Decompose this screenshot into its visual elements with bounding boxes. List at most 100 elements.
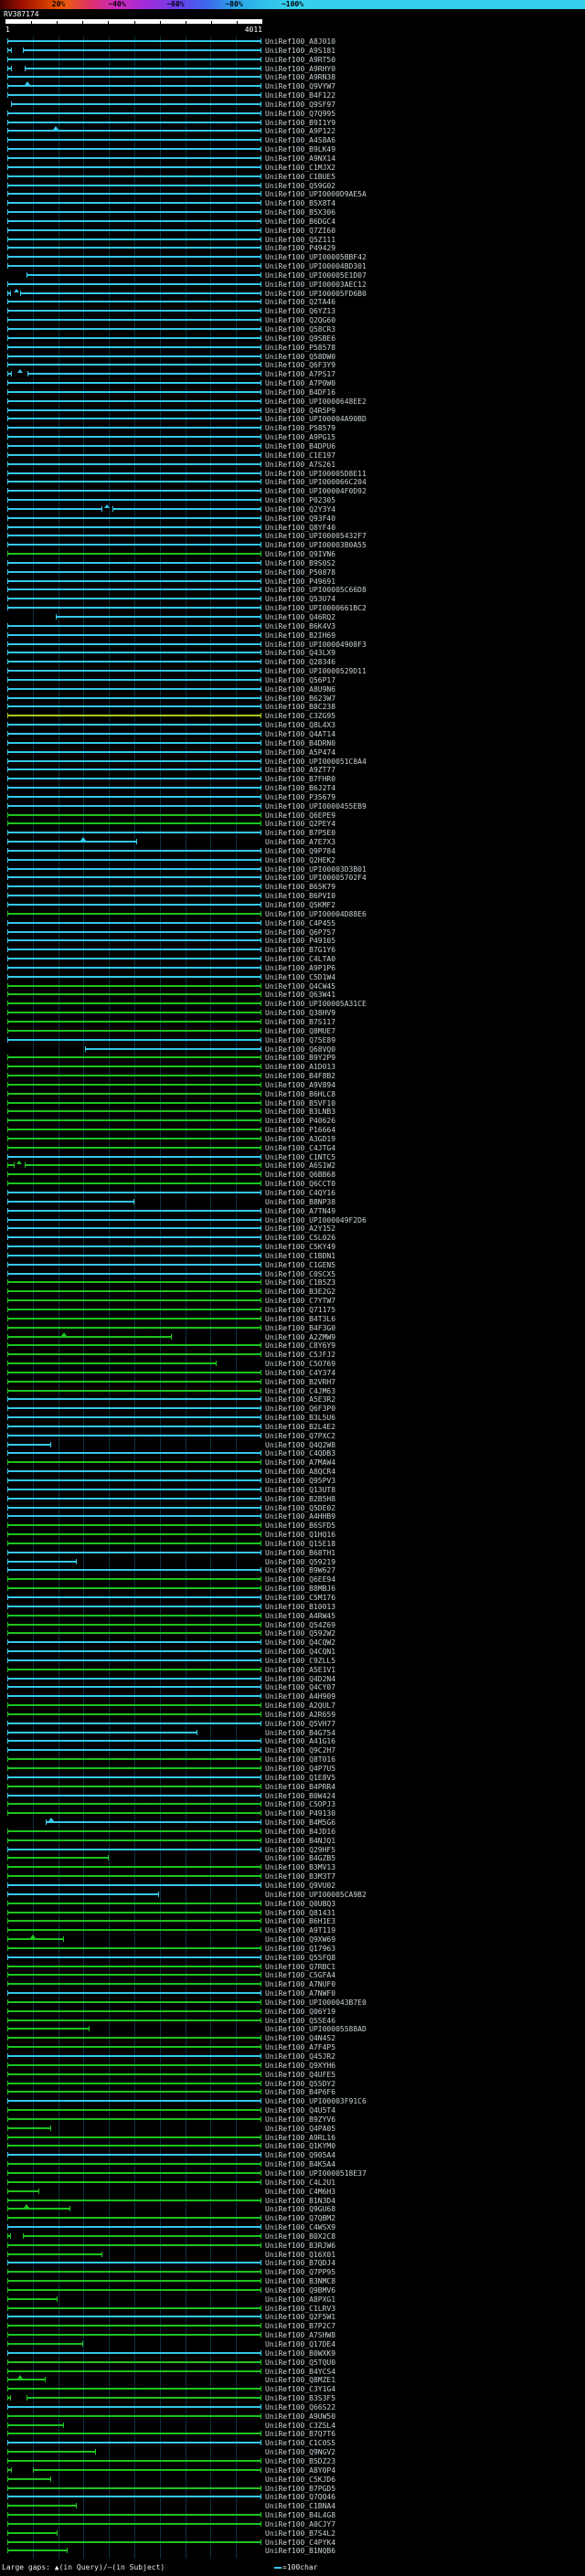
hit-row[interactable]: UniRef100_B9W627 xyxy=(0,1565,585,1574)
hit-row[interactable]: UniRef100_Q9NGV2 xyxy=(0,2447,585,2456)
hit-row[interactable]: UniRef100_Q1HQ16 xyxy=(0,1530,585,1539)
hit-row[interactable]: UniRef100_Q4AT14 xyxy=(0,729,585,738)
hit-row[interactable]: UniRef100_Q9SBE6 xyxy=(0,334,585,343)
hit-row[interactable]: UniRef100_UPI00005588AD xyxy=(0,2024,585,2033)
hit-row[interactable]: UniRef100_Q7Q995 xyxy=(0,109,585,118)
hit-row[interactable]: UniRef100_A8PXG1 xyxy=(0,2295,585,2304)
hit-row[interactable]: UniRef100_Q75E89 xyxy=(0,1035,585,1044)
hit-row[interactable]: UniRef100_B3E2G2 xyxy=(0,1287,585,1296)
hit-row[interactable]: UniRef100_Q95PV3 xyxy=(0,1476,585,1485)
hit-row[interactable]: UniRef100_Q55DY2 xyxy=(0,2079,585,2088)
hit-row[interactable]: UniRef100_A9PG15 xyxy=(0,432,585,441)
hit-row[interactable]: UniRef100_B9LK49 xyxy=(0,144,585,154)
hit-row[interactable]: UniRef100_B7P2C7 xyxy=(0,2321,585,2330)
hit-row[interactable]: UniRef100_A9UW50 xyxy=(0,2412,585,2421)
hit-row[interactable]: UniRef100_B4K5A4 xyxy=(0,2159,585,2168)
hit-row[interactable]: UniRef100_C1E197 xyxy=(0,451,585,460)
hit-row[interactable]: UniRef100_Q6EE94 xyxy=(0,1574,585,1584)
hit-row[interactable]: UniRef100_B65K79 xyxy=(0,882,585,891)
hit-row[interactable]: UniRef100_C8Y6Y9 xyxy=(0,1341,585,1350)
hit-row[interactable]: UniRef100_UPI00005432F7 xyxy=(0,531,585,540)
hit-row[interactable]: UniRef100_B7G1Y6 xyxy=(0,945,585,954)
hit-row[interactable]: UniRef100_C4P455 xyxy=(0,918,585,928)
hit-row[interactable]: UniRef100_C1LRV3 xyxy=(0,2304,585,2313)
hit-row[interactable]: UniRef100_Q81431 xyxy=(0,1908,585,1917)
hit-row[interactable]: UniRef100_B6J2T4 xyxy=(0,783,585,792)
hit-row[interactable]: UniRef100_B3L5U6 xyxy=(0,1413,585,1422)
hit-row[interactable]: UniRef100_B3M3T7 xyxy=(0,1871,585,1881)
hit-row[interactable]: UniRef100_P50878 xyxy=(0,567,585,577)
hit-row[interactable]: UniRef100_C3ZG95 xyxy=(0,711,585,720)
hit-row[interactable]: UniRef100_Q5DE02 xyxy=(0,1503,585,1512)
hit-row[interactable]: UniRef100_A8Y0P4 xyxy=(0,2465,585,2475)
hit-row[interactable]: UniRef100_Q7QQ46 xyxy=(0,2492,585,2501)
hit-row[interactable]: UniRef100_Q9IVN6 xyxy=(0,549,585,558)
hit-row[interactable]: UniRef100_C4M6H3 xyxy=(0,2187,585,2196)
hit-row[interactable]: UniRef100_UPI00005FD6B0 xyxy=(0,288,585,298)
hit-row[interactable]: UniRef100_B3NMC8 xyxy=(0,2276,585,2285)
hit-row[interactable]: UniRef100_UPI000049F2D6 xyxy=(0,1215,585,1224)
hit-row[interactable]: UniRef100_B4DPU6 xyxy=(0,441,585,451)
hit-row[interactable]: UniRef100_Q4Q2W8 xyxy=(0,1440,585,1449)
hit-row[interactable]: UniRef100_C5KY49 xyxy=(0,1242,585,1251)
hit-row[interactable]: UniRef100_Q54Z69 xyxy=(0,1620,585,1629)
hit-row[interactable]: UniRef100_Q29HF5 xyxy=(0,1845,585,1854)
hit-row[interactable]: UniRef100_Q4N4S2 xyxy=(0,2033,585,2042)
hit-row[interactable]: UniRef100_Q45JR2 xyxy=(0,2051,585,2061)
hit-row[interactable]: UniRef100_P49691 xyxy=(0,577,585,586)
hit-row[interactable]: UniRef100_A2QUL7 xyxy=(0,1701,585,1710)
hit-row[interactable]: UniRef100_B6PVI0 xyxy=(0,891,585,900)
hit-row[interactable]: UniRef100_B8C238 xyxy=(0,702,585,711)
hit-row[interactable]: UniRef100_A2R659 xyxy=(0,1710,585,1719)
hit-row[interactable]: UniRef100_Q43LX9 xyxy=(0,648,585,657)
hit-row[interactable]: UniRef100_Q2PEY4 xyxy=(0,819,585,828)
hit-row[interactable]: UniRef100_A7P0W0 xyxy=(0,378,585,387)
hit-row[interactable]: UniRef100_P49429 xyxy=(0,243,585,252)
hit-row[interactable]: UniRef100_C1BUE5 xyxy=(0,172,585,181)
hit-row[interactable]: UniRef100_P58579 xyxy=(0,423,585,432)
hit-row[interactable]: UniRef100_UPI00005C66D8 xyxy=(0,585,585,594)
hit-row[interactable]: UniRef100_C0SCX5 xyxy=(0,1269,585,1278)
hit-row[interactable]: UniRef100_Q4P7U5 xyxy=(0,1764,585,1773)
hit-row[interactable]: UniRef100_Q9SF97 xyxy=(0,100,585,109)
hit-row[interactable]: UniRef100_B0WXK9 xyxy=(0,2348,585,2358)
hit-row[interactable]: UniRef100_Q6BB68 xyxy=(0,1170,585,1179)
hit-row[interactable]: UniRef100_Q6P757 xyxy=(0,928,585,937)
hit-row[interactable]: UniRef100_A0CJY7 xyxy=(0,2519,585,2528)
hit-row[interactable]: UniRef100_B7Q7T6 xyxy=(0,2429,585,2438)
hit-row[interactable]: UniRef100_C4WSX9 xyxy=(0,2222,585,2231)
hit-row[interactable]: UniRef100_C4Y374 xyxy=(0,1368,585,1377)
hit-row[interactable]: UniRef100_UPI0000D9AE5A xyxy=(0,189,585,198)
hit-row[interactable]: UniRef100_A9NX14 xyxy=(0,154,585,163)
hit-row[interactable]: UniRef100_Q4CY07 xyxy=(0,1682,585,1691)
hit-row[interactable]: UniRef100_B3RJW6 xyxy=(0,2241,585,2250)
hit-row[interactable]: UniRef100_UPI00005BBF42 xyxy=(0,252,585,261)
hit-row[interactable]: UniRef100_A8QCR4 xyxy=(0,1467,585,1476)
hit-row[interactable]: UniRef100_UPI00003F91C6 xyxy=(0,2096,585,2105)
hit-row[interactable]: UniRef100_C1C0S5 xyxy=(0,2438,585,2447)
hit-row[interactable]: UniRef100_Q2QG60 xyxy=(0,315,585,324)
hit-row[interactable]: UniRef100_Q15E18 xyxy=(0,1539,585,1548)
hit-row[interactable]: UniRef100_B4YCS4 xyxy=(0,2367,585,2376)
hit-row[interactable]: UniRef100_B7QDJ4 xyxy=(0,2258,585,2267)
hit-row[interactable]: UniRef100_A9RL16 xyxy=(0,2133,585,2142)
hit-row[interactable]: UniRef100_B4P6F6 xyxy=(0,2087,585,2096)
hit-row[interactable]: UniRef100_Q5Z111 xyxy=(0,235,585,244)
hit-row[interactable]: UniRef100_C4L2U1 xyxy=(0,2178,585,2187)
hit-row[interactable]: UniRef100_A9P122 xyxy=(0,126,585,135)
hit-row[interactable]: UniRef100_Q8MZE1 xyxy=(0,2375,585,2384)
hit-row[interactable]: UniRef100_A8J010 xyxy=(0,37,585,46)
hit-row[interactable]: UniRef100_B6H1E3 xyxy=(0,1916,585,1925)
hit-row[interactable]: UniRef100_B7S4L2 xyxy=(0,2528,585,2538)
hit-row[interactable]: UniRef100_C5L026 xyxy=(0,1233,585,1242)
hit-row[interactable]: UniRef100_A8U9N6 xyxy=(0,684,585,694)
hit-row[interactable]: UniRef100_UPI00004D88E6 xyxy=(0,909,585,918)
hit-row[interactable]: UniRef100_Q6F3Y9 xyxy=(0,360,585,369)
hit-row[interactable]: UniRef100_Q9VU02 xyxy=(0,1881,585,1890)
hit-row[interactable]: UniRef100_B4F122 xyxy=(0,90,585,100)
hit-row[interactable]: UniRef100_C4PYK4 xyxy=(0,2538,585,2547)
hit-row[interactable]: UniRef100_C3Y1G4 xyxy=(0,2384,585,2393)
hit-row[interactable]: UniRef100_Q5KMF2 xyxy=(0,900,585,909)
hit-row[interactable]: UniRef100_A7NUF0 xyxy=(0,1979,585,1988)
hit-row[interactable]: UniRef100_A1D013 xyxy=(0,1062,585,1071)
